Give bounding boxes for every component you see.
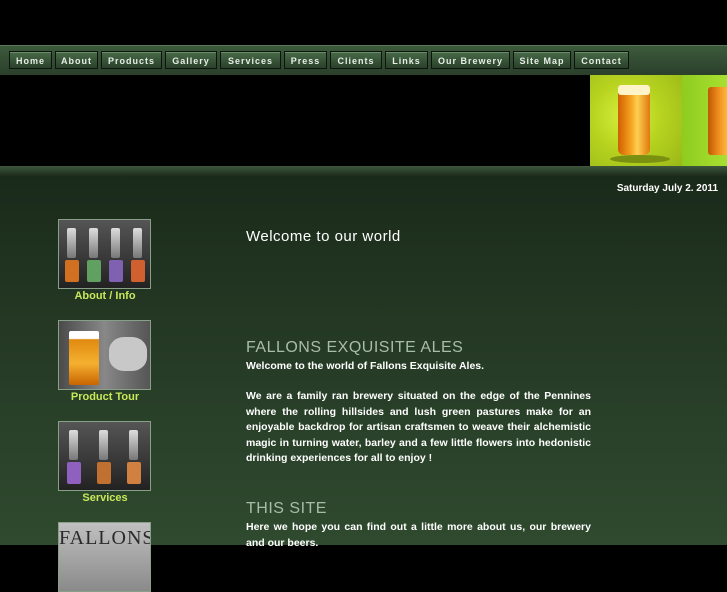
- main-content-area: Saturday July 2. 2011 About / Info Produ…: [0, 176, 727, 592]
- about-info-thumbnail[interactable]: [58, 219, 151, 289]
- sidebar-link-about-info[interactable]: About / Info: [40, 290, 170, 302]
- nav-contact-button[interactable]: Contact: [574, 51, 629, 69]
- welcome-heading: Welcome to our world: [246, 228, 401, 245]
- nav-links-button[interactable]: Links: [385, 51, 428, 69]
- current-date: Saturday July 2. 2011: [616, 183, 718, 194]
- nav-our-brewery-button[interactable]: Our Brewery: [431, 51, 510, 69]
- nav-services-button[interactable]: Services: [220, 51, 281, 69]
- section-heading-fallons: FALLONS EXQUISITE ALES: [246, 339, 464, 356]
- nav-products-button[interactable]: Products: [101, 51, 162, 69]
- nav-clients-button[interactable]: Clients: [330, 51, 382, 69]
- product-tour-thumbnail[interactable]: [58, 320, 151, 390]
- header-banner: [0, 75, 727, 166]
- section-body-text: We are a family ran brewery situated on …: [246, 390, 591, 464]
- top-black-bar: [0, 0, 727, 45]
- nav-about-button[interactable]: About: [55, 51, 98, 69]
- nav-site-map-button[interactable]: Site Map: [513, 51, 571, 69]
- fallons-sign-thumbnail[interactable]: FALLONS: [58, 522, 151, 592]
- nav-press-button[interactable]: Press: [284, 51, 327, 69]
- sidebar-link-product-tour[interactable]: Product Tour: [40, 391, 170, 403]
- section-intro-text: Welcome to the world of Fallons Exquisit…: [246, 360, 485, 372]
- this-site-text: Here we hope you can find out a little m…: [246, 521, 591, 549]
- section-heading-this-site: THIS SITE: [246, 500, 327, 517]
- fallons-sign-text: FALLONS: [59, 527, 151, 549]
- main-navigation: Home About Products Gallery Services Pre…: [0, 45, 727, 76]
- beer-glasses-photo: [590, 75, 727, 166]
- sidebar-link-services[interactable]: Services: [40, 492, 170, 504]
- nav-gallery-button[interactable]: Gallery: [165, 51, 217, 69]
- nav-home-button[interactable]: Home: [9, 51, 52, 69]
- header-divider: [0, 166, 727, 176]
- services-thumbnail[interactable]: [58, 421, 151, 491]
